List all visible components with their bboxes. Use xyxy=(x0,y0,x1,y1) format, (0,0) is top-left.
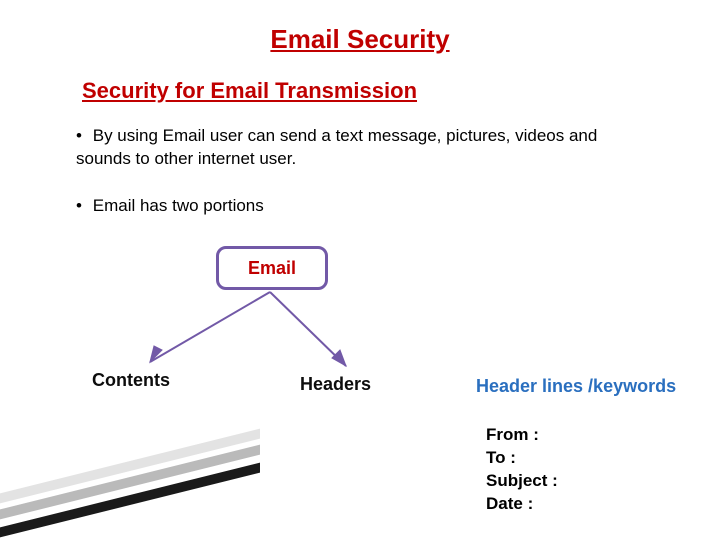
slide-subtitle: Security for Email Transmission xyxy=(82,78,417,104)
bullet-1-text: By using Email user can send a text mess… xyxy=(76,126,597,168)
arrow-to-headers-icon xyxy=(260,286,380,378)
bullet-1: • By using Email user can send a text me… xyxy=(76,125,636,171)
keyword-from: From : xyxy=(486,424,558,447)
keyword-date: Date : xyxy=(486,493,558,516)
bullet-2-text: Email has two portions xyxy=(93,196,264,215)
header-keywords-list: From : To : Subject : Date : xyxy=(486,424,558,516)
diagram-leaf-contents: Contents xyxy=(92,370,170,391)
bullet-2: • Email has two portions xyxy=(76,195,636,218)
arrow-to-contents-icon xyxy=(130,286,280,376)
keyword-subject: Subject : xyxy=(486,470,558,493)
decorative-streak-icon xyxy=(0,430,260,540)
header-lines-title: Header lines /keywords xyxy=(476,376,676,397)
diagram-root-box: Email xyxy=(216,246,328,290)
keyword-to: To : xyxy=(486,447,558,470)
diagram-leaf-headers: Headers xyxy=(300,374,371,395)
slide-title: Email Security xyxy=(0,24,720,55)
diagram-root-label: Email xyxy=(248,258,296,279)
